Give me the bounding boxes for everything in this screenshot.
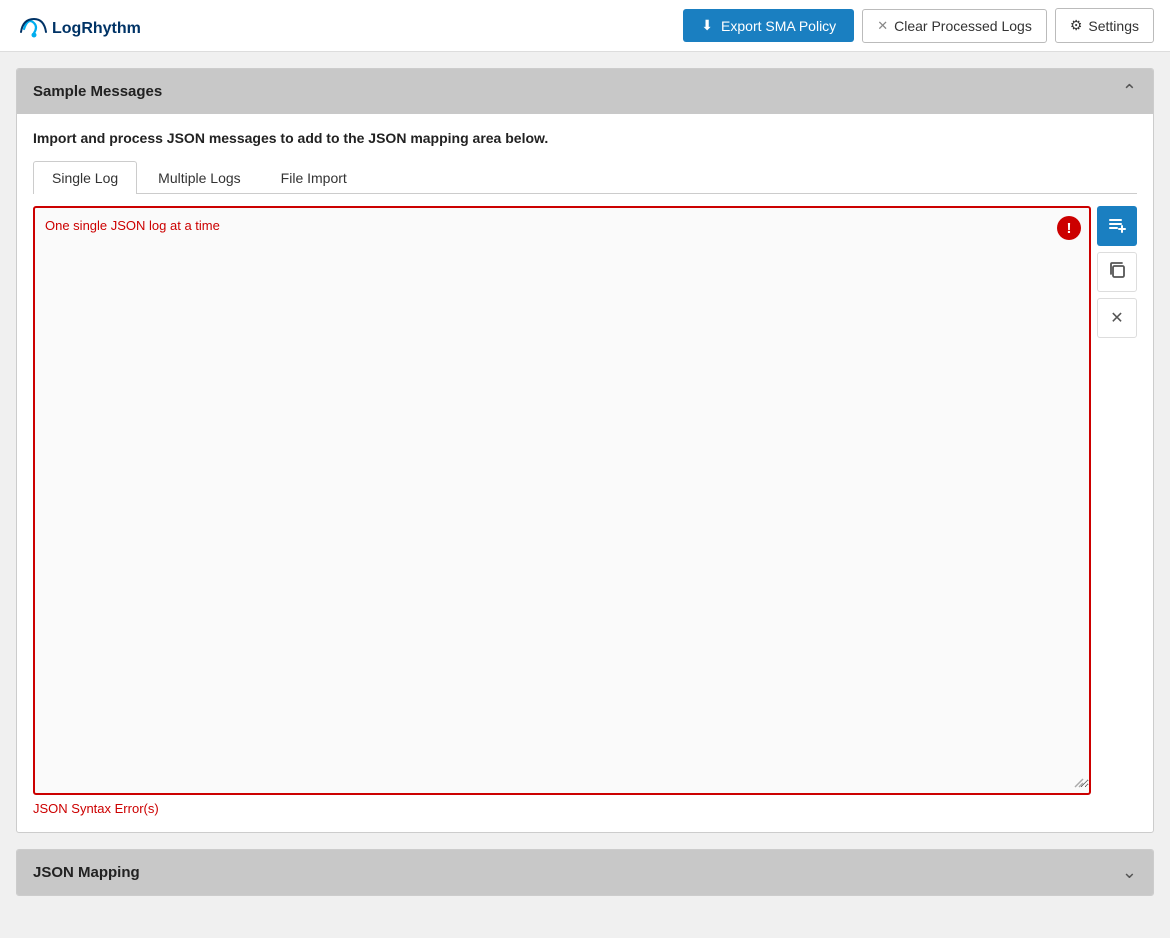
json-mapping-title: JSON Mapping [33, 864, 140, 881]
textarea-wrapper: One single JSON log at a time ! [33, 206, 1091, 795]
tab-single-log[interactable]: Single Log [33, 161, 137, 194]
copy-icon [1108, 261, 1126, 284]
clear-button-label: Clear Processed Logs [894, 18, 1032, 34]
clear-textarea-button[interactable]: ✕ [1097, 298, 1137, 338]
sample-messages-panel-header[interactable]: Sample Messages ⌃ [17, 69, 1153, 114]
sample-messages-title: Sample Messages [33, 83, 162, 100]
logo-area: LogRhythm [16, 9, 671, 43]
download-icon: ⬇ [701, 17, 713, 34]
logrhythm-logo: LogRhythm [16, 9, 146, 43]
svg-text:LogRhythm: LogRhythm [52, 20, 141, 37]
list-add-icon [1107, 214, 1127, 239]
panel-description: Import and process JSON messages to add … [33, 130, 1137, 146]
copy-button[interactable] [1097, 252, 1137, 292]
tabs: Single Log Multiple Logs File Import [33, 160, 1137, 194]
header-buttons: ⬇ Export SMA Policy ✕ Clear Processed Lo… [683, 8, 1154, 43]
close-icon: ✕ [1110, 308, 1123, 328]
log-textarea[interactable] [35, 208, 1089, 788]
main-content: Sample Messages ⌃ Import and process JSO… [0, 52, 1170, 912]
json-error-text: JSON Syntax Error(s) [33, 801, 1137, 816]
resize-handle [1073, 777, 1087, 791]
sample-messages-panel-body: Import and process JSON messages to add … [17, 114, 1153, 832]
header: LogRhythm ⬇ Export SMA Policy ✕ Clear Pr… [0, 0, 1170, 52]
sample-messages-panel: Sample Messages ⌃ Import and process JSO… [16, 68, 1154, 833]
settings-button-label: Settings [1088, 18, 1139, 34]
export-sma-policy-button[interactable]: ⬇ Export SMA Policy [683, 9, 854, 42]
gear-icon: ⚙ [1070, 17, 1083, 34]
tab-multiple-logs[interactable]: Multiple Logs [139, 161, 260, 194]
clear-x-icon: ✕ [877, 18, 888, 34]
json-mapping-panel: JSON Mapping ⌄ [16, 849, 1154, 896]
error-icon: ! [1057, 216, 1081, 240]
add-to-mapping-button[interactable] [1097, 206, 1137, 246]
chevron-down-icon: ⌄ [1122, 862, 1137, 883]
chevron-up-icon: ⌃ [1122, 81, 1137, 102]
json-mapping-panel-header[interactable]: JSON Mapping ⌄ [17, 850, 1153, 895]
exclamation-icon: ! [1067, 220, 1072, 237]
settings-button[interactable]: ⚙ Settings [1055, 8, 1154, 43]
tab-file-import[interactable]: File Import [262, 161, 366, 194]
textarea-container: One single JSON log at a time ! [33, 206, 1137, 795]
logo-svg: LogRhythm [16, 9, 146, 43]
side-buttons: ✕ [1097, 206, 1137, 338]
export-button-label: Export SMA Policy [721, 18, 836, 34]
clear-processed-logs-button[interactable]: ✕ Clear Processed Logs [862, 9, 1047, 43]
